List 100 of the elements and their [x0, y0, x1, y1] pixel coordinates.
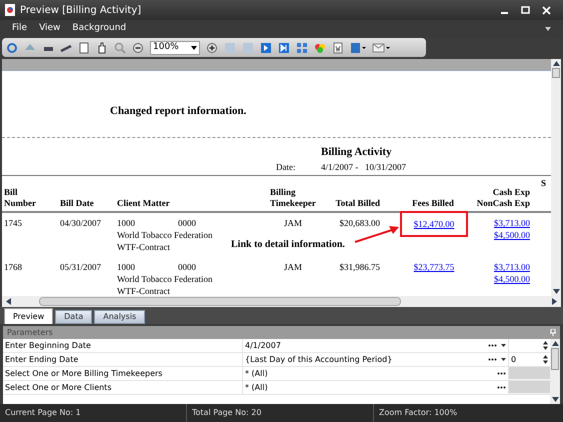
last-page-icon[interactable]	[278, 42, 290, 54]
color-dots-icon[interactable]	[314, 42, 326, 54]
column-header: Billing	[270, 187, 297, 198]
document-icon[interactable]	[332, 42, 344, 54]
column-header: S	[541, 177, 546, 190]
status-text: Current Page No: 1	[0, 404, 187, 422]
scroll-down-icon[interactable]	[552, 289, 560, 294]
ellipsis-icon[interactable]	[497, 372, 506, 375]
date-range: 4/1/2007 - 10/31/2007	[321, 161, 406, 174]
scroll-thumb[interactable]	[552, 68, 560, 78]
table-cell-text: World Tobacco Federation	[117, 229, 212, 242]
table-cell-text: 0000	[178, 261, 196, 274]
parameter-name: Select One or More Billing Timekeepers	[5, 368, 162, 380]
menu-item[interactable]: File	[12, 22, 28, 36]
scroll-left-icon[interactable]	[6, 298, 11, 305]
table-link[interactable]: $12,470.00	[414, 218, 454, 232]
scroll-up-icon[interactable]	[552, 341, 558, 346]
table-cell-text: 0000	[178, 217, 196, 230]
scroll-right-icon[interactable]	[552, 298, 557, 305]
ellipsis-icon[interactable]	[488, 358, 497, 361]
zoom-in-icon[interactable]	[206, 42, 218, 54]
ellipsis-icon[interactable]	[497, 386, 506, 389]
horizontal-scrollbar[interactable]	[2, 296, 561, 307]
refresh-icon[interactable]	[6, 42, 18, 54]
table-cell-text: $31,986.75	[338, 261, 380, 274]
spinner-icon[interactable]	[543, 355, 548, 364]
panel-title: Parameters	[7, 326, 53, 338]
table-link[interactable]: $4,500.00	[472, 229, 530, 242]
report-title: Billing Activity	[321, 145, 392, 160]
table-cell-text: 1000	[117, 261, 135, 274]
table-cell-text: 1000	[117, 217, 135, 230]
window-title: Preview [Billing Activity]	[20, 4, 142, 18]
dropdown-icon[interactable]	[501, 344, 506, 347]
table-cell-text: 04/30/2007	[60, 217, 102, 230]
column-header: Fees Billed	[411, 198, 455, 209]
parameter-value[interactable]: 4/1/2007	[245, 340, 281, 352]
close-icon[interactable]	[542, 6, 551, 14]
tab[interactable]: Data	[55, 310, 92, 324]
parameter-row[interactable]: Select One or More Billing Timekeepers * (All)	[3, 367, 550, 381]
date-label: Date:	[276, 161, 296, 174]
save-icon[interactable]	[350, 42, 366, 54]
table-cell-text: World Tobacco Federation	[117, 273, 212, 286]
parameter-row[interactable]: Enter Beginning Date 4/1/2007	[3, 339, 550, 353]
menu-item[interactable]: Background	[72, 22, 126, 36]
dropdown-icon[interactable]	[501, 358, 506, 361]
scroll-thumb[interactable]	[39, 297, 401, 306]
table-cell-text: 1745	[4, 217, 22, 230]
grid-icon[interactable]	[296, 42, 308, 54]
parameter-row[interactable]: Select One or More Clients * (All)	[3, 381, 550, 395]
empty-cell	[509, 367, 550, 380]
column-header: Bill Date	[60, 198, 95, 209]
vertical-scrollbar[interactable]	[551, 59, 561, 296]
envelope-icon[interactable]	[372, 42, 390, 54]
maximize-icon[interactable]	[521, 6, 530, 14]
column-header: NonCash Exp	[476, 198, 530, 209]
tab[interactable]: Analysis	[94, 310, 146, 324]
tab[interactable]: Preview	[4, 308, 54, 324]
table-link[interactable]: $3,713.00	[472, 261, 530, 274]
table-cell-text: WTF-Contract	[117, 285, 170, 298]
table-cell-text: JAM	[284, 261, 302, 274]
table-link[interactable]: $4,500.00	[472, 273, 530, 286]
parameter-row[interactable]: Enter Ending Date {Last Day of this Accounting Period} 0	[3, 353, 550, 367]
column-header: Bill	[4, 187, 19, 198]
pin-icon[interactable]	[550, 329, 556, 336]
app-icon	[4, 4, 16, 16]
zoom-dropdown[interactable]: 100%	[150, 40, 200, 54]
parameter-name: Select One or More Clients	[5, 382, 112, 394]
table-link[interactable]: $3,713.00	[472, 217, 530, 230]
table-cell-text: WTF-Contract	[117, 241, 170, 254]
next-page-icon[interactable]	[260, 42, 272, 54]
column-header: Number	[4, 198, 37, 209]
status-text: Total Page No: 20	[187, 404, 374, 422]
parameter-value[interactable]: {Last Day of this Accounting Period}	[245, 354, 392, 366]
table-cell-text: 05/31/2007	[60, 261, 102, 274]
table-cell-text: JAM	[284, 217, 302, 230]
parameter-value[interactable]: * (All)	[245, 368, 268, 380]
column-header: Cash Exp	[492, 187, 530, 198]
caret-icon[interactable]	[545, 27, 551, 31]
report-note: Changed report information.	[110, 104, 246, 119]
caret-icon	[191, 46, 197, 50]
zoom-out-icon[interactable]	[132, 42, 144, 54]
ellipsis-icon[interactable]	[488, 344, 497, 347]
scroll-down-icon[interactable]	[552, 397, 558, 402]
page-icon[interactable]	[78, 42, 90, 54]
offset-value[interactable]: 0	[511, 354, 516, 366]
scroll-up-icon[interactable]	[552, 61, 560, 66]
menu-item[interactable]: View	[39, 22, 60, 36]
parameter-name: Enter Ending Date	[5, 354, 78, 366]
vertical-scrollbar[interactable]	[550, 339, 560, 404]
column-header: Total Billed	[334, 198, 380, 209]
annotation-text: Link to detail information.	[231, 238, 345, 252]
parameter-value[interactable]: * (All)	[245, 382, 268, 394]
spinner-icon[interactable]	[543, 341, 548, 350]
empty-cell	[509, 381, 550, 394]
scroll-thumb[interactable]	[551, 348, 559, 370]
column-header: Client Matter	[117, 198, 171, 209]
column-header: Timekeeper	[270, 198, 317, 209]
table-cell-text: 1768	[4, 261, 22, 274]
table-cell-text: $20,683.00	[338, 217, 380, 230]
table-link[interactable]: $23,773.75	[414, 261, 454, 274]
